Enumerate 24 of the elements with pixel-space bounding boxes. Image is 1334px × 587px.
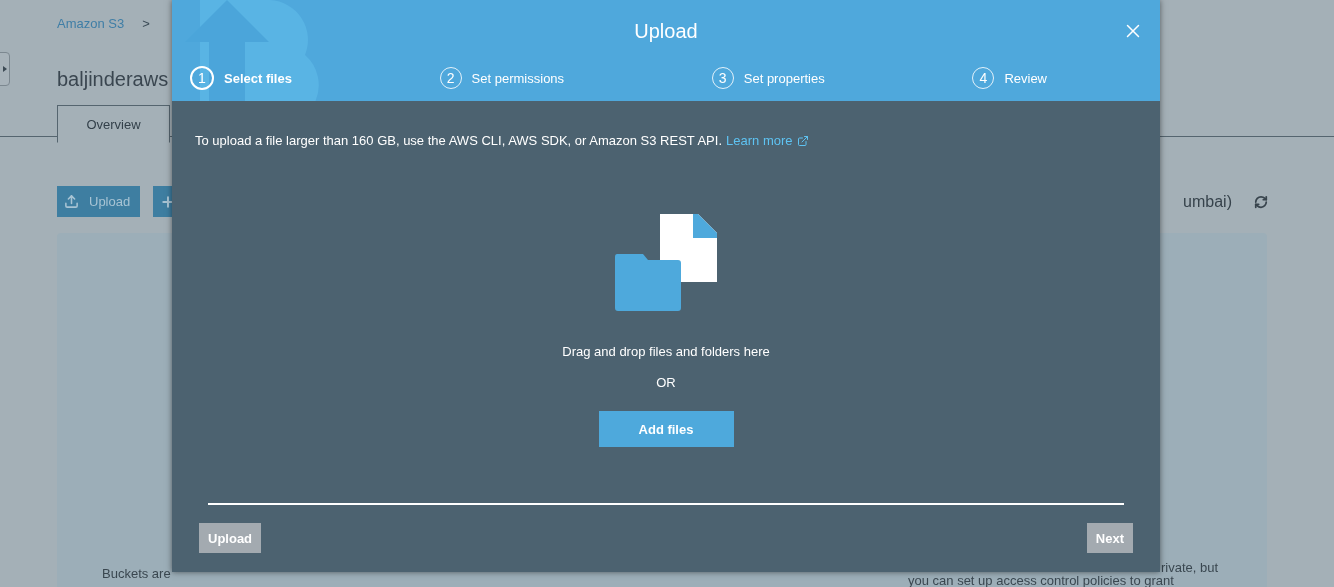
drop-text: Drag and drop files and folders here — [562, 344, 770, 359]
breadcrumb-link[interactable]: Amazon S3 — [57, 16, 125, 31]
card-text: you can set up access control policies to grant — [908, 574, 1174, 587]
breadcrumb-separator: > — [142, 16, 150, 31]
or-text: OR — [656, 375, 676, 390]
files-folder-icon — [615, 214, 717, 311]
size-notice: To upload a file larger than 160 GB, use the AWS CLI, AWS SDK, or Amazon S3 REST API. Learn more — [172, 101, 1160, 148]
step-label[interactable]: Select files — [224, 70, 292, 86]
card-text: rivate, but — [1161, 561, 1219, 574]
step-label[interactable]: Review — [1004, 70, 1047, 86]
dialog-title: Upload — [634, 20, 698, 44]
step-label[interactable]: Set permissions — [471, 70, 565, 86]
tab[interactable]: Overview — [57, 105, 170, 143]
external-link-icon — [796, 134, 809, 147]
refresh-icon[interactable] — [1254, 194, 1268, 209]
learn-more-link[interactable]: Learn more — [726, 133, 809, 148]
upload-button[interactable]: Upload — [57, 186, 141, 217]
step-number: 1 — [190, 66, 214, 90]
card-text: Buckets are — [102, 566, 172, 583]
upload-icon — [64, 194, 79, 209]
step-label[interactable]: Set properties — [743, 70, 825, 86]
region-label: umbai) — [1183, 192, 1232, 211]
bucket-title: baljinderaws — [57, 68, 169, 91]
add-files-button[interactable]: Add files — [598, 411, 734, 447]
